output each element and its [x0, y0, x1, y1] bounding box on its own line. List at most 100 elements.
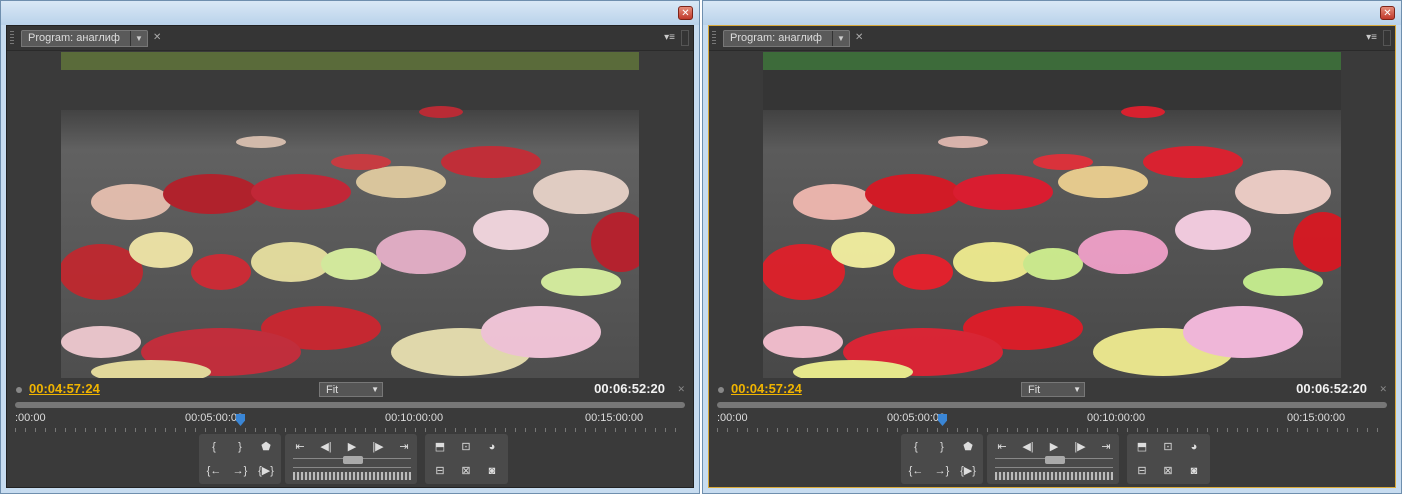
- zoom-select[interactable]: Fit ▼: [319, 382, 383, 397]
- panel-tab-bar: Program: анаглиф ▼ ✕ ▾≡: [7, 26, 693, 51]
- tab-close-icon[interactable]: ✕: [153, 32, 161, 43]
- edit-controls-group: ⬒ ⊡ ◕ ⊟ ⊠ ◙: [425, 434, 508, 484]
- time-ruler[interactable]: :00:00 00:05:00:00 00:10:00:00 00:15:00:…: [717, 402, 1387, 432]
- ruler-label: 00:05:00:00: [887, 412, 946, 424]
- lift-icon[interactable]: ⬒: [429, 438, 451, 456]
- mark-out-icon[interactable]: }: [931, 438, 953, 456]
- go-to-previous-edit-icon[interactable]: ⇤: [289, 438, 311, 456]
- marker-icon[interactable]: ⬟: [957, 438, 979, 456]
- zoom-select[interactable]: Fit ▼: [1021, 382, 1085, 397]
- ruler-label: 00:10:00:00: [1087, 412, 1146, 424]
- play-icon[interactable]: ▶: [1043, 438, 1065, 456]
- panel-grip-handle[interactable]: [10, 31, 14, 45]
- output-icon[interactable]: ◕: [481, 438, 503, 456]
- chevron-down-icon[interactable]: ▼: [832, 31, 849, 46]
- zoom-value: Fit: [1028, 384, 1041, 396]
- trim-icon[interactable]: ⊠: [1157, 462, 1179, 480]
- panel-menu-icon[interactable]: ▾≡: [664, 32, 675, 43]
- ruler-label: :00:00: [717, 412, 748, 424]
- program-monitor-panel: Program: анаглиф ▼ ✕ ▾≡ 00:04:57:24 Fit …: [6, 25, 694, 488]
- ruler-label: 00:15:00:00: [1287, 412, 1346, 424]
- trim-icon[interactable]: ⊠: [455, 462, 477, 480]
- shuttle-slider[interactable]: [995, 472, 1113, 480]
- jog-slider[interactable]: [995, 456, 1113, 468]
- mark-out-icon[interactable]: }: [229, 438, 251, 456]
- transport-controls: { } ⬟ {← →} {▶} ⇤ ◀| ▶ |▶ ⇥ ⬒ ⊡ ◕ ⊟ ⊠ ◙: [901, 434, 1210, 484]
- video-preview: [61, 52, 639, 378]
- camera-icon[interactable]: ◙: [481, 462, 503, 480]
- ruler-label: 00:05:00:00: [185, 412, 244, 424]
- settings-wrench-icon[interactable]: ✕: [677, 384, 685, 395]
- jog-slider[interactable]: [293, 456, 411, 468]
- play-in-to-out-icon[interactable]: {▶}: [255, 462, 277, 480]
- go-to-out-icon[interactable]: →}: [931, 462, 953, 480]
- chevron-down-icon: ▼: [1073, 385, 1081, 394]
- zoom-scroll-bar[interactable]: [15, 402, 685, 408]
- mark-in-icon[interactable]: {: [905, 438, 927, 456]
- step-back-icon[interactable]: ◀|: [1017, 438, 1039, 456]
- step-forward-icon[interactable]: |▶: [367, 438, 389, 456]
- marker-dot-icon: [718, 387, 724, 393]
- playhead-icon[interactable]: [236, 414, 245, 426]
- shuttle-slider[interactable]: [293, 472, 411, 480]
- marker-icon[interactable]: ⬟: [255, 438, 277, 456]
- panel-scroll-handle[interactable]: [681, 30, 689, 46]
- ruler-ticks: [717, 428, 1387, 432]
- camera-icon[interactable]: ◙: [1183, 462, 1205, 480]
- close-icon[interactable]: ✕: [1380, 6, 1395, 20]
- go-to-next-edit-icon[interactable]: ⇥: [393, 438, 415, 456]
- current-timecode[interactable]: 00:04:57:24: [731, 381, 802, 396]
- go-to-in-icon[interactable]: {←: [905, 462, 927, 480]
- duration-timecode: 00:06:52:20: [594, 381, 665, 396]
- anaglyph-frame-image: [763, 52, 1341, 378]
- chevron-down-icon[interactable]: ▼: [130, 31, 147, 46]
- current-timecode[interactable]: 00:04:57:24: [29, 381, 100, 396]
- settings-wrench-icon[interactable]: ✕: [1379, 384, 1387, 395]
- lift-icon[interactable]: ⬒: [1131, 438, 1153, 456]
- go-to-next-edit-icon[interactable]: ⇥: [1095, 438, 1117, 456]
- go-to-in-icon[interactable]: {←: [203, 462, 225, 480]
- duration-timecode: 00:06:52:20: [1296, 381, 1367, 396]
- extract-icon[interactable]: ⊟: [429, 462, 451, 480]
- edit-controls-group: ⬒ ⊡ ◕ ⊟ ⊠ ◙: [1127, 434, 1210, 484]
- window-titlebar[interactable]: ✕: [1, 1, 699, 25]
- play-icon[interactable]: ▶: [341, 438, 363, 456]
- playhead-icon[interactable]: [938, 414, 947, 426]
- tab-close-icon[interactable]: ✕: [855, 32, 863, 43]
- jog-knob[interactable]: [343, 456, 363, 464]
- zoom-scroll-bar[interactable]: [717, 402, 1387, 408]
- chevron-down-icon: ▼: [371, 385, 379, 394]
- go-to-out-icon[interactable]: →}: [229, 462, 251, 480]
- transport-controls: { } ⬟ {← →} {▶} ⇤ ◀| ▶ |▶ ⇥ ⬒ ⊡ ◕ ⊟ ⊠ ◙: [199, 434, 508, 484]
- tab-label: Program: анаглиф: [730, 32, 822, 44]
- panel-menu-icon[interactable]: ▾≡: [1366, 32, 1377, 43]
- extract-icon[interactable]: ⊟: [1131, 462, 1153, 480]
- jog-knob[interactable]: [1045, 456, 1065, 464]
- timecode-bar: 00:04:57:24 Fit ▼ 00:06:52:20 ✕: [709, 378, 1395, 400]
- panel-grip-handle[interactable]: [712, 31, 716, 45]
- marker-controls-group: { } ⬟ {← →} {▶}: [901, 434, 983, 484]
- tab-program[interactable]: Program: анаглиф ▼: [723, 30, 850, 47]
- step-back-icon[interactable]: ◀|: [315, 438, 337, 456]
- go-to-previous-edit-icon[interactable]: ⇤: [991, 438, 1013, 456]
- play-in-to-out-icon[interactable]: {▶}: [957, 462, 979, 480]
- program-monitor-panel-active: Program: анаглиф ▼ ✕ ▾≡ 00:04:57:24 Fit …: [708, 25, 1396, 488]
- tab-program[interactable]: Program: анаглиф ▼: [21, 30, 148, 47]
- close-icon[interactable]: ✕: [678, 6, 693, 20]
- program-monitor-window-left: ✕ Program: анаглиф ▼ ✕ ▾≡ 00:04:57:24 Fi…: [0, 0, 700, 494]
- marker-dot-icon: [16, 387, 22, 393]
- safe-margins-icon[interactable]: ⊡: [1157, 438, 1179, 456]
- ruler-label: 00:10:00:00: [385, 412, 444, 424]
- tab-label: Program: анаглиф: [28, 32, 120, 44]
- zoom-value: Fit: [326, 384, 339, 396]
- panel-scroll-handle[interactable]: [1383, 30, 1391, 46]
- ruler-label: :00:00: [15, 412, 46, 424]
- mark-in-icon[interactable]: {: [203, 438, 225, 456]
- time-ruler[interactable]: :00:00 00:05:00:00 00:10:00:00 00:15:00:…: [15, 402, 685, 432]
- window-titlebar[interactable]: ✕: [703, 1, 1401, 25]
- step-forward-icon[interactable]: |▶: [1069, 438, 1091, 456]
- anaglyph-frame-image: [61, 52, 639, 378]
- safe-margins-icon[interactable]: ⊡: [455, 438, 477, 456]
- ruler-label: 00:15:00:00: [585, 412, 644, 424]
- output-icon[interactable]: ◕: [1183, 438, 1205, 456]
